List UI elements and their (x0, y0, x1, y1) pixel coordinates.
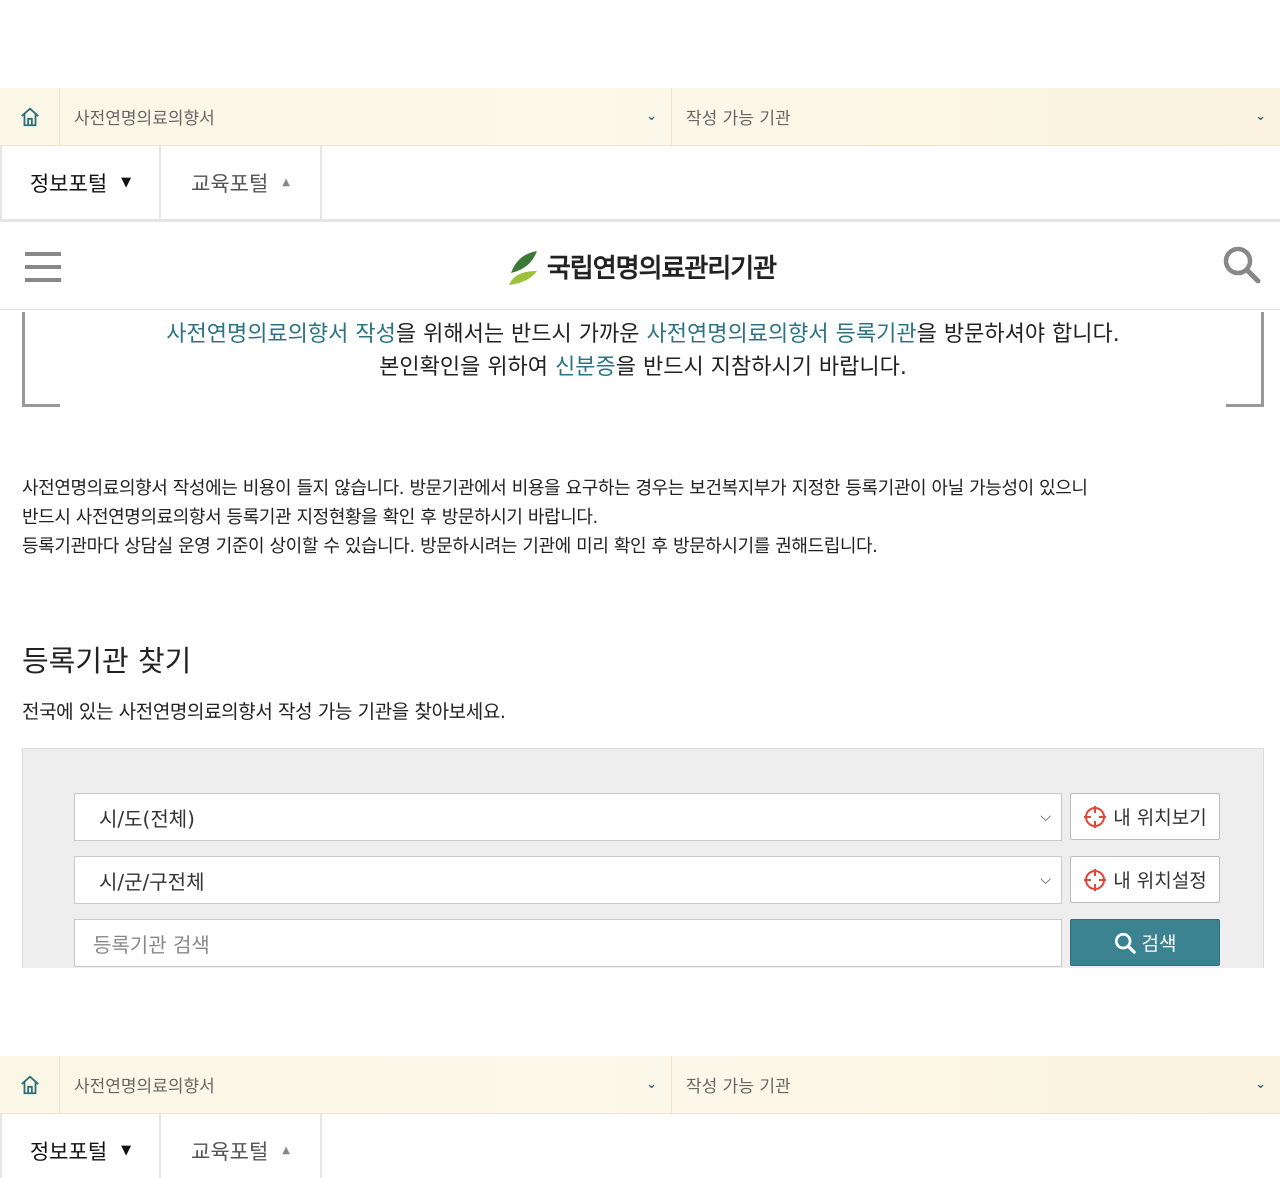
button-label: 내 위치보기 (1113, 807, 1207, 829)
tab-education-portal[interactable]: 교육포털 ▲ (161, 146, 322, 219)
info-line: 반드시 사전연명의료의향서 등록기관 지정현황을 확인 후 방문하시기 바랍니다… (22, 507, 598, 528)
button-label: 검색 (1141, 933, 1177, 955)
menu-icon[interactable] (25, 251, 61, 282)
section-description: 전국에 있는 사전연명의료의향서 작성 가능 기관을 찾아보세요. (22, 701, 506, 723)
my-location-set-button[interactable]: 내 위치설정 (1070, 856, 1220, 903)
button-label: 내 위치설정 (1113, 870, 1207, 892)
breadcrumb-submenu-label: 작성 가능 기관 (686, 109, 791, 129)
home-button[interactable] (0, 1056, 60, 1113)
logo-text: 국립연명의료관리기관 (546, 254, 777, 284)
section-title: 등록기관 찾기 (22, 644, 192, 678)
search-placeholder: 등록기관 검색 (93, 932, 210, 957)
institution-search-input[interactable]: 등록기관 검색 (74, 919, 1062, 967)
caret-down-icon: ▼ (121, 1143, 132, 1158)
breadcrumb: 사전연명의료의향서 ⌄ 작성 가능 기관 ⌄ (0, 88, 1280, 146)
sigungu-select[interactable]: 시/군/구전체 ⌵ (74, 856, 1062, 904)
location-target-icon (1084, 868, 1107, 891)
info-line: 등록기관마다 상담실 운영 기준이 상이할 수 있습니다. 방문하시려는 기관에… (22, 536, 878, 557)
sigungu-value: 시/군/구전체 (99, 869, 205, 894)
chevron-down-icon: ⌵ (1040, 872, 1051, 888)
location-target-icon (1084, 805, 1107, 828)
portal-tabs: 정보포털 ▼ 교육포털 ▲ (0, 146, 1280, 222)
tab-info-portal[interactable]: 정보포털 ▼ (0, 1114, 161, 1178)
home-icon (20, 107, 39, 126)
breadcrumb-menu-select[interactable]: 사전연명의료의향서 ⌄ (60, 1056, 672, 1113)
my-location-view-button[interactable]: 내 위치보기 (1070, 793, 1220, 840)
tab-label: 교육포털 (191, 1139, 269, 1164)
tab-education-portal[interactable]: 교육포털 ▲ (161, 1114, 322, 1178)
breadcrumb-repeat: 사전연명의료의향서 ⌄ 작성 가능 기관 ⌄ (0, 1056, 1280, 1114)
info-text: 사전연명의료의향서 작성에는 비용이 들지 않습니다. 방문기관에서 비용을 요… (22, 474, 1262, 561)
notice-box: 사전연명의료의향서 작성을 위해서는 반드시 가까운 사전연명의료의향서 등록기… (22, 312, 1264, 408)
breadcrumb-submenu-select[interactable]: 작성 가능 기관 ⌄ (672, 1056, 1280, 1113)
search-panel: 시/도(전체) ⌵ 내 위치보기 시/군/구전체 ⌵ 내 위치설정 등록기관 검… (22, 748, 1264, 968)
search-icon (1114, 932, 1136, 954)
logo-leaf-icon (508, 250, 537, 285)
notice-line-1: 사전연명의료의향서 작성을 위해서는 반드시 가까운 사전연명의료의향서 등록기… (166, 322, 1120, 347)
caret-down-icon: ▼ (121, 175, 132, 190)
chevron-down-icon: ⌄ (646, 109, 657, 124)
search-icon[interactable] (1222, 245, 1262, 289)
tab-label: 교육포털 (191, 171, 269, 196)
chevron-down-icon: ⌵ (1040, 809, 1051, 825)
caret-up-icon: ▲ (282, 177, 290, 188)
breadcrumb-menu-label: 사전연명의료의향서 (74, 1077, 215, 1097)
breadcrumb-submenu-label: 작성 가능 기관 (686, 1077, 791, 1097)
tab-label: 정보포털 (29, 171, 108, 196)
home-icon (20, 1075, 39, 1094)
home-button[interactable] (0, 88, 60, 145)
info-line: 사전연명의료의향서 작성에는 비용이 들지 않습니다. 방문기관에서 비용을 요… (22, 478, 1088, 499)
sido-value: 시/도(전체) (99, 806, 195, 831)
portal-tabs-repeat: 정보포털 ▼ 교육포털 ▲ (0, 1114, 1280, 1178)
tab-info-portal[interactable]: 정보포털 ▼ (0, 146, 161, 219)
breadcrumb-menu-select[interactable]: 사전연명의료의향서 ⌄ (60, 88, 672, 145)
breadcrumb-submenu-select[interactable]: 작성 가능 기관 ⌄ (672, 88, 1280, 145)
search-button[interactable]: 검색 (1070, 919, 1220, 966)
site-logo[interactable]: 국립연명의료관리기관 (507, 247, 777, 287)
caret-up-icon: ▲ (282, 1145, 290, 1156)
chevron-down-icon: ⌄ (646, 1077, 657, 1092)
tab-label: 정보포털 (29, 1139, 108, 1164)
chevron-down-icon: ⌄ (1255, 109, 1266, 124)
chevron-down-icon: ⌄ (1255, 1077, 1266, 1092)
breadcrumb-menu-label: 사전연명의료의향서 (74, 109, 215, 129)
notice-text: 사전연명의료의향서 작성을 위해서는 반드시 가까운 사전연명의료의향서 등록기… (22, 318, 1264, 384)
sido-select[interactable]: 시/도(전체) ⌵ (74, 793, 1062, 841)
notice-line-2: 본인확인을 위하여 신분증을 반드시 지참하시기 바랍니다. (379, 355, 907, 380)
site-header: 국립연명의료관리기관 (0, 224, 1280, 310)
